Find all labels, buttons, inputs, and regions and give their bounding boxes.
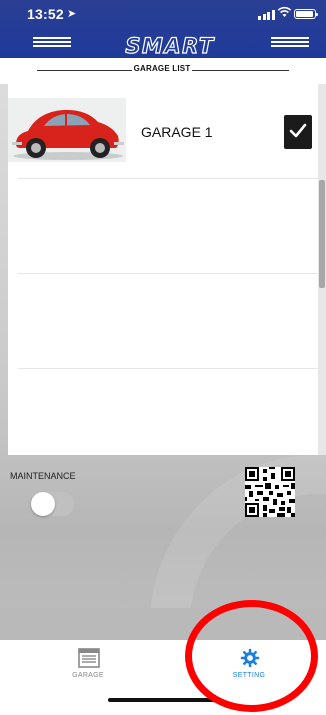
list-item-empty [8,179,318,274]
logo-lines-left [33,37,71,49]
location-arrow-icon: ➤ [67,8,77,20]
garage-row[interactable]: GARAGE 1 [8,84,318,179]
tab-garage-label: GARAGE [72,672,104,679]
section-title: GARAGE LIST [0,58,326,84]
divider [192,70,289,71]
garage-icon [78,648,100,668]
list-item-empty [8,369,318,455]
divider [37,70,132,71]
battery-icon [294,9,318,19]
app-logo: SMART GARAGE [0,26,326,83]
status-time: 13:52 [27,6,64,22]
toggle-knob [31,492,55,516]
garage-selected-checkbox[interactable] [284,115,312,149]
tab-setting-label: SETTING [232,672,266,679]
list-scrollbar[interactable] [318,84,326,455]
maintenance-toggle[interactable] [31,492,74,516]
garage-name: GARAGE 1 [141,124,213,140]
home-indicator [108,698,219,702]
background-band [0,608,326,640]
maintenance-label: MAINTENANCE [10,471,76,481]
wifi-icon [277,6,292,17]
garage-list[interactable]: GARAGE 1 [8,84,318,455]
status-bar: 13:52 ➤ [0,0,326,26]
app-header: 13:52 ➤ SMART GARAGE [0,0,326,83]
cellular-signal-icon [258,10,275,20]
logo-lines-right [271,37,309,49]
car-image [8,98,126,162]
tab-garage[interactable]: GARAGE [33,640,143,700]
checkmark-icon [289,123,307,138]
list-item-empty [8,274,318,369]
gear-icon [240,648,260,668]
tab-setting[interactable]: SETTING [194,640,304,700]
tab-bar: GARAGE SETTING [0,640,326,715]
scrollbar-thumb[interactable] [319,180,325,288]
section-title-label: GARAGE LIST [133,64,191,73]
qr-code-icon[interactable] [245,467,295,517]
